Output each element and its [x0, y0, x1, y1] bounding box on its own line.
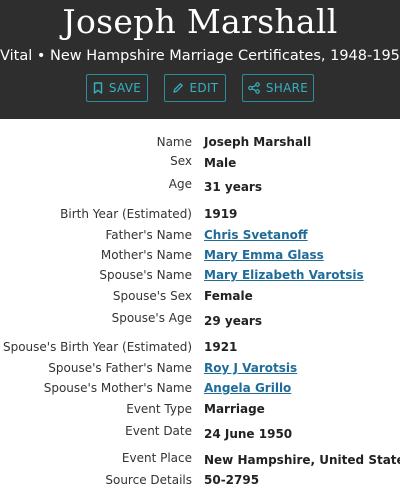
- field-value: 1921: [204, 340, 238, 354]
- field-value-link[interactable]: Mary Emma Glass: [204, 247, 324, 263]
- field-label: Source Details: [105, 473, 192, 487]
- record-header: Joseph Marshall Vital • New Hampshire Ma…: [0, 0, 400, 119]
- edit-button[interactable]: EDIT: [164, 74, 226, 102]
- field-value-link[interactable]: Roy J Varotsis: [204, 360, 297, 376]
- field-value: 31 years: [204, 180, 262, 194]
- field-value: 50-2795: [204, 473, 260, 487]
- save-label: SAVE: [108, 81, 142, 95]
- field-label: Mother's Name: [100, 248, 192, 262]
- field-label: Spouse's Name: [99, 268, 192, 282]
- field-value-link[interactable]: Mary Elizabeth Varotsis: [204, 267, 364, 283]
- field-value-link[interactable]: Chris Svetanoff: [204, 227, 308, 243]
- page-title: Joseph Marshall: [62, 2, 338, 41]
- field-label: Spouse's Birth Year (Estimated): [2, 340, 192, 354]
- field-label: Birth Year (Estimated): [60, 207, 192, 221]
- field-label: Spouse's Age: [111, 311, 192, 325]
- collection-subtitle: Vital • New Hampshire Marriage Certifica…: [0, 48, 400, 64]
- save-button[interactable]: SAVE: [86, 74, 148, 102]
- field-value: Joseph Marshall: [204, 135, 312, 149]
- field-label: Spouse's Sex: [112, 289, 192, 303]
- field-value: Female: [204, 289, 253, 303]
- field-label: Event Date: [125, 424, 192, 438]
- field-value-link[interactable]: Angela Grillo: [204, 380, 291, 396]
- field-label: Age: [168, 177, 192, 191]
- field-label: Sex: [170, 154, 192, 168]
- field-label: Event Place: [121, 451, 192, 465]
- field-value: Marriage: [204, 402, 265, 416]
- field-value: 24 June 1950: [204, 427, 293, 441]
- field-value: New Hampshire, United States: [204, 453, 400, 467]
- field-value: Male: [204, 156, 237, 170]
- field-value: 1919: [204, 207, 238, 221]
- share-button[interactable]: SHARE: [242, 74, 314, 102]
- share-label: SHARE: [265, 81, 309, 95]
- share-icon: [248, 82, 260, 94]
- field-label: Father's Name: [105, 228, 192, 242]
- field-label: Event Type: [126, 402, 192, 416]
- field-label: Name: [156, 135, 192, 149]
- field-value: 29 years: [204, 314, 262, 328]
- edit-label: EDIT: [189, 81, 219, 95]
- action-bar: SAVE EDIT SHARE: [0, 74, 400, 102]
- field-label: Spouse's Father's Name: [48, 361, 192, 375]
- pencil-icon: [172, 83, 183, 93]
- bookmark-icon: [93, 82, 103, 94]
- field-label: Spouse's Mother's Name: [43, 381, 192, 395]
